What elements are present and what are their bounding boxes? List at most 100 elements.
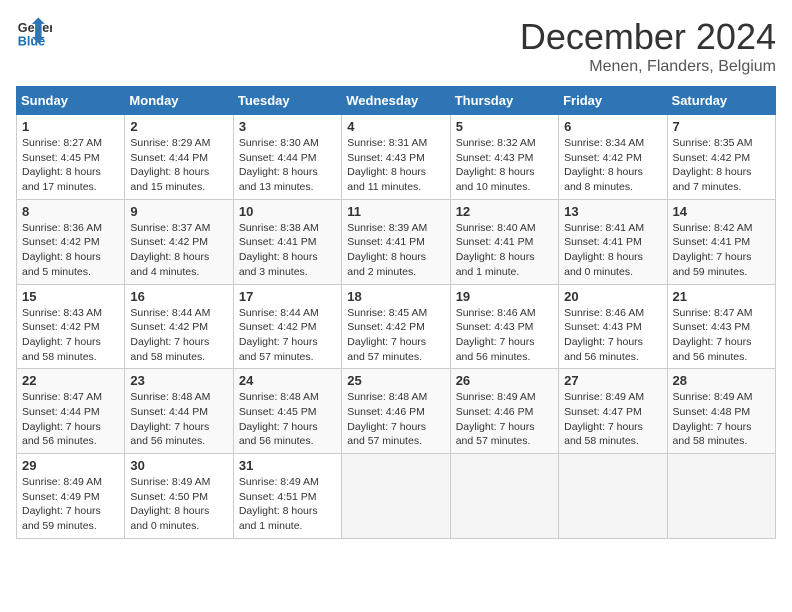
- calendar-cell: 4Sunrise: 8:31 AMSunset: 4:43 PMDaylight…: [342, 115, 450, 200]
- cell-content: Sunrise: 8:40 AMSunset: 4:41 PMDaylight:…: [456, 221, 553, 280]
- cell-content: Sunrise: 8:46 AMSunset: 4:43 PMDaylight:…: [456, 306, 553, 365]
- day-number: 18: [347, 289, 444, 304]
- logo: General Blue: [16, 16, 52, 52]
- day-number: 15: [22, 289, 119, 304]
- calendar-cell: 2 Sunrise: 8:29 AMSunset: 4:44 PMDaylight…: [125, 115, 233, 200]
- day-number: 13: [564, 204, 661, 219]
- cell-content: Sunrise: 8:49 AMSunset: 4:46 PMDaylight:…: [456, 390, 553, 449]
- cell-content: Sunrise: 8:32 AMSunset: 4:43 PMDaylight:…: [456, 136, 553, 195]
- day-number: 19: [456, 289, 553, 304]
- day-number: 8: [22, 204, 119, 219]
- day-header-sunday: Sunday: [17, 87, 125, 115]
- cell-content: Sunrise: 8:36 AMSunset: 4:42 PMDaylight:…: [22, 221, 119, 280]
- location-title: Menen, Flanders, Belgium: [520, 58, 776, 76]
- cell-content: Sunrise: 8:38 AMSunset: 4:41 PMDaylight:…: [239, 221, 336, 280]
- calendar-cell: 31Sunrise: 8:49 AMSunset: 4:51 PMDayligh…: [233, 454, 341, 539]
- day-header-saturday: Saturday: [667, 87, 775, 115]
- day-number: 17: [239, 289, 336, 304]
- calendar-cell: 5 Sunrise: 8:32 AMSunset: 4:43 PMDaylight…: [450, 115, 558, 200]
- day-number: 14: [673, 204, 770, 219]
- calendar-cell: 21 Sunrise: 8:47 AMSunset: 4:43 PMDayligh…: [667, 284, 775, 369]
- header: General Blue December 2024 Menen, Flande…: [16, 16, 776, 76]
- calendar-cell: 17 Sunrise: 8:44 AMSunset: 4:42 PMDayligh…: [233, 284, 341, 369]
- day-number: 26: [456, 373, 553, 388]
- day-number: 10: [239, 204, 336, 219]
- cell-content: Sunrise: 8:48 AMSunset: 4:45 PMDaylight:…: [239, 390, 336, 449]
- cell-content: Sunrise: 8:49 AMSunset: 4:48 PMDaylight:…: [673, 390, 770, 449]
- calendar-cell: 1 Sunrise: 8:27 AMSunset: 4:45 PMDaylight…: [17, 115, 125, 200]
- cell-content: Sunrise: 8:48 AMSunset: 4:46 PMDaylight:…: [347, 390, 444, 449]
- day-number: 2: [130, 119, 227, 134]
- cell-content: Sunrise: 8:49 AMSunset: 4:50 PMDaylight:…: [130, 475, 227, 534]
- day-number: 11: [347, 204, 444, 219]
- calendar-cell: 9 Sunrise: 8:37 AMSunset: 4:42 PMDaylight…: [125, 199, 233, 284]
- cell-content: Sunrise: 8:46 AMSunset: 4:43 PMDaylight:…: [564, 306, 661, 365]
- day-number: 25: [347, 373, 444, 388]
- day-number: 7: [673, 119, 770, 134]
- calendar-cell: 7 Sunrise: 8:35 AMSunset: 4:42 PMDaylight…: [667, 115, 775, 200]
- day-number: 3: [239, 119, 336, 134]
- calendar-cell: 27Sunrise: 8:49 AMSunset: 4:47 PMDayligh…: [559, 369, 667, 454]
- cell-content: Sunrise: 8:41 AMSunset: 4:41 PMDaylight:…: [564, 221, 661, 280]
- day-number: 20: [564, 289, 661, 304]
- calendar-table: SundayMondayTuesdayWednesdayThursdayFrid…: [16, 86, 776, 539]
- month-title: December 2024: [520, 16, 776, 58]
- day-number: 24: [239, 373, 336, 388]
- calendar-cell: [559, 454, 667, 539]
- calendar-cell: [342, 454, 450, 539]
- calendar-cell: 20 Sunrise: 8:46 AMSunset: 4:43 PMDayligh…: [559, 284, 667, 369]
- day-header-monday: Monday: [125, 87, 233, 115]
- calendar-cell: 28 Sunrise: 8:49 AMSunset: 4:48 PMDayligh…: [667, 369, 775, 454]
- day-number: 31: [239, 458, 336, 473]
- calendar-cell: 12 Sunrise: 8:40 AMSunset: 4:41 PMDayligh…: [450, 199, 558, 284]
- calendar-cell: 29Sunrise: 8:49 AMSunset: 4:49 PMDayligh…: [17, 454, 125, 539]
- day-header-tuesday: Tuesday: [233, 87, 341, 115]
- day-number: 6: [564, 119, 661, 134]
- calendar-cell: [667, 454, 775, 539]
- calendar-cell: 11 Sunrise: 8:39 AMSunset: 4:41 PMDayligh…: [342, 199, 450, 284]
- cell-content: Sunrise: 8:48 AMSunset: 4:44 PMDaylight:…: [130, 390, 227, 449]
- day-number: 30: [130, 458, 227, 473]
- title-block: December 2024 Menen, Flanders, Belgium: [520, 16, 776, 76]
- day-number: 28: [673, 373, 770, 388]
- cell-content: Sunrise: 8:31 AMSunset: 4:43 PMDaylight:…: [347, 136, 444, 195]
- week-row-3: 15Sunrise: 8:43 AMSunset: 4:42 PMDayligh…: [17, 284, 776, 369]
- cell-content: Sunrise: 8:27 AMSunset: 4:45 PMDaylight:…: [22, 136, 119, 195]
- day-number: 23: [130, 373, 227, 388]
- day-header-thursday: Thursday: [450, 87, 558, 115]
- calendar-cell: 16Sunrise: 8:44 AMSunset: 4:42 PMDayligh…: [125, 284, 233, 369]
- cell-content: Sunrise: 8:37 AMSunset: 4:42 PMDaylight:…: [130, 221, 227, 280]
- day-number: 1: [22, 119, 119, 134]
- cell-content: Sunrise: 8:29 AMSunset: 4:44 PMDaylight:…: [130, 136, 227, 195]
- calendar-cell: 15Sunrise: 8:43 AMSunset: 4:42 PMDayligh…: [17, 284, 125, 369]
- calendar-cell: 6Sunrise: 8:34 AMSunset: 4:42 PMDaylight…: [559, 115, 667, 200]
- calendar-cell: 10 Sunrise: 8:38 AMSunset: 4:41 PMDayligh…: [233, 199, 341, 284]
- week-row-1: 1 Sunrise: 8:27 AMSunset: 4:45 PMDaylight…: [17, 115, 776, 200]
- calendar-cell: 19 Sunrise: 8:46 AMSunset: 4:43 PMDayligh…: [450, 284, 558, 369]
- cell-content: Sunrise: 8:30 AMSunset: 4:44 PMDaylight:…: [239, 136, 336, 195]
- calendar-cell: 8 Sunrise: 8:36 AMSunset: 4:42 PMDaylight…: [17, 199, 125, 284]
- week-row-2: 8 Sunrise: 8:36 AMSunset: 4:42 PMDaylight…: [17, 199, 776, 284]
- calendar-cell: 26 Sunrise: 8:49 AMSunset: 4:46 PMDayligh…: [450, 369, 558, 454]
- day-header-friday: Friday: [559, 87, 667, 115]
- day-number: 5: [456, 119, 553, 134]
- day-number: 22: [22, 373, 119, 388]
- cell-content: Sunrise: 8:44 AMSunset: 4:42 PMDaylight:…: [239, 306, 336, 365]
- day-header-wednesday: Wednesday: [342, 87, 450, 115]
- cell-content: Sunrise: 8:47 AMSunset: 4:44 PMDaylight:…: [22, 390, 119, 449]
- cell-content: Sunrise: 8:42 AMSunset: 4:41 PMDaylight:…: [673, 221, 770, 280]
- calendar-cell: 18Sunrise: 8:45 AMSunset: 4:42 PMDayligh…: [342, 284, 450, 369]
- calendar-cell: 24 Sunrise: 8:48 AMSunset: 4:45 PMDayligh…: [233, 369, 341, 454]
- calendar-cell: 22 Sunrise: 8:47 AMSunset: 4:44 PMDayligh…: [17, 369, 125, 454]
- cell-content: Sunrise: 8:49 AMSunset: 4:47 PMDaylight:…: [564, 390, 661, 449]
- day-number: 21: [673, 289, 770, 304]
- calendar-cell: 25 Sunrise: 8:48 AMSunset: 4:46 PMDayligh…: [342, 369, 450, 454]
- week-row-4: 22 Sunrise: 8:47 AMSunset: 4:44 PMDayligh…: [17, 369, 776, 454]
- day-number: 12: [456, 204, 553, 219]
- calendar-cell: [450, 454, 558, 539]
- day-number: 9: [130, 204, 227, 219]
- cell-content: Sunrise: 8:47 AMSunset: 4:43 PMDaylight:…: [673, 306, 770, 365]
- calendar-cell: 13 Sunrise: 8:41 AMSunset: 4:41 PMDayligh…: [559, 199, 667, 284]
- cell-content: Sunrise: 8:39 AMSunset: 4:41 PMDaylight:…: [347, 221, 444, 280]
- cell-content: Sunrise: 8:35 AMSunset: 4:42 PMDaylight:…: [673, 136, 770, 195]
